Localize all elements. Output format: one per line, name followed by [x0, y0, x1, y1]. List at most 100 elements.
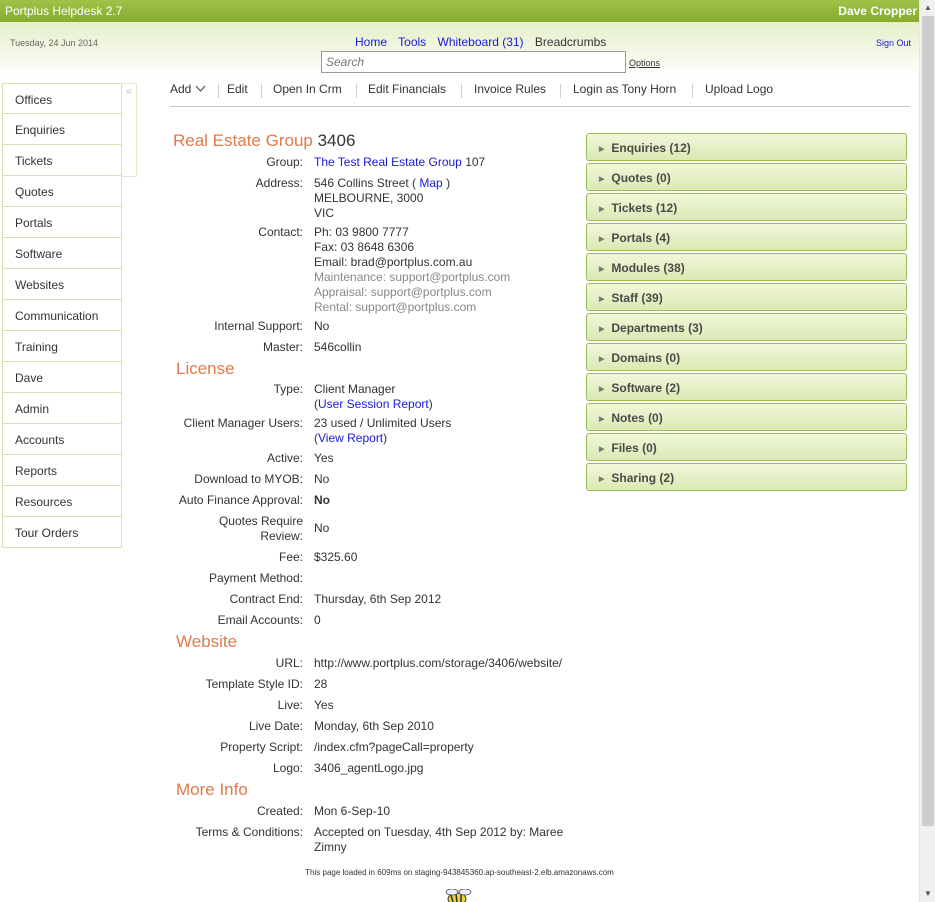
login-as-button[interactable]: Login as Tony Horn [573, 82, 676, 96]
sidebar-item-portals[interactable]: Portals [2, 207, 122, 238]
sidebar-item-tour-orders[interactable]: Tour Orders [2, 517, 122, 548]
toolbar-divider [261, 84, 262, 98]
panel-notes[interactable]: ▶ Notes (0) [586, 403, 907, 431]
panel-sharing[interactable]: ▶ Sharing (2) [586, 463, 907, 491]
panel-modules[interactable]: ▶ Modules (38) [586, 253, 907, 281]
sidebar-item-resources[interactable]: Resources [2, 486, 122, 517]
cm-users: 23 used / Unlimited Users [314, 416, 452, 430]
search-options-link[interactable]: Options [629, 58, 660, 68]
map-link[interactable]: Map [419, 176, 442, 190]
fee-value: $325.60 [314, 550, 358, 564]
action-toolbar: Add Edit Open In Crm Edit Financials Inv… [170, 82, 910, 107]
logo-link[interactable]: 3406_agentLogo.jpg [314, 761, 594, 776]
sidebar-item-accounts[interactable]: Accounts [2, 424, 122, 455]
panel-label: Quotes (0) [611, 171, 671, 185]
group-link[interactable]: The Test Real Estate Group [314, 155, 462, 169]
myob-label: Download to MYOB: [194, 472, 303, 486]
license-type-label: Type: [273, 382, 303, 396]
panel-tickets[interactable]: ▶ Tickets (12) [586, 193, 907, 221]
contract-end-value: Thursday, 6th Sep 2012 [314, 592, 442, 606]
address-value: 546 Collins Street ( Map ) MELBOURNE, 30… [314, 176, 594, 221]
contact-maintenance: Maintenance: support@portplus.com [314, 270, 511, 284]
upload-logo-button[interactable]: Upload Logo [705, 82, 773, 96]
cm-users-value: 23 used / Unlimited Users (View Report) [314, 416, 452, 445]
page-load-info: This page loaded in 609ms on staging-943… [305, 868, 614, 877]
toolbar-divider [356, 84, 357, 98]
panel-domains[interactable]: ▶ Domains (0) [586, 343, 907, 371]
scrollbar-thumb[interactable] [922, 16, 934, 826]
address-city: MELBOURNE, 3000 [314, 191, 424, 205]
sidebar-item-admin[interactable]: Admin [2, 393, 122, 424]
template-label: Template Style ID: [205, 677, 303, 691]
nav-whiteboard[interactable]: Whiteboard (31) [438, 35, 524, 49]
quotes-review-label-line1: Quotes Require [218, 514, 303, 528]
sidebar-item-offices[interactable]: Offices [2, 83, 122, 114]
email-accounts-label: Email Accounts: [217, 613, 303, 627]
panel-label: Departments (3) [611, 321, 703, 335]
url-label: URL: [275, 656, 303, 670]
add-label: Add [170, 82, 192, 96]
address-state: VIC [314, 206, 335, 220]
vertical-scrollbar[interactable]: ▲ ▼ [919, 0, 935, 902]
panel-departments[interactable]: ▶ Departments (3) [586, 313, 907, 341]
sidebar-item-reports[interactable]: Reports [2, 455, 122, 486]
terms-line1: Accepted on Tuesday, 4th Sep 2012 by: Ma… [314, 825, 564, 839]
contract-end-label: Contract End: [229, 592, 303, 606]
panel-label: Notes (0) [611, 411, 663, 425]
office-title: Real Estate Group 3406 [173, 131, 355, 151]
panel-label: Sharing (2) [611, 471, 675, 485]
expand-arrow-icon: ▶ [599, 266, 605, 273]
open-in-crm-button[interactable]: Open In Crm [273, 82, 342, 96]
chevron-down-icon [195, 85, 206, 92]
quotes-review-label-line2: Review: [260, 529, 303, 543]
scroll-up-arrow-icon[interactable]: ▲ [920, 0, 935, 16]
nav-breadcrumbs[interactable]: Breadcrumbs [535, 35, 606, 49]
sidebar-item-enquiries[interactable]: Enquiries [2, 114, 122, 145]
panel-enquiries[interactable]: ▶ Enquiries (12) [586, 133, 907, 161]
user-session-report-link[interactable]: User Session Report [318, 397, 429, 411]
live-value: Yes [314, 698, 334, 712]
sign-out-link[interactable]: Sign Out [876, 38, 911, 48]
sidebar-item-tickets[interactable]: Tickets [2, 145, 122, 176]
sidebar-item-websites[interactable]: Websites [2, 269, 122, 300]
expand-arrow-icon: ▶ [599, 326, 605, 333]
contact-rental: Rental: support@portplus.com [314, 300, 477, 314]
panel-quotes[interactable]: ▶ Quotes (0) [586, 163, 907, 191]
panel-portals[interactable]: ▶ Portals (4) [586, 223, 907, 251]
panel-staff[interactable]: ▶ Staff (39) [586, 283, 907, 311]
sidebar-item-communication[interactable]: Communication [2, 300, 122, 331]
sidebar-item-quotes[interactable]: Quotes [2, 176, 122, 207]
add-menu-button[interactable]: Add [170, 82, 206, 96]
contact-email: Email: brad@portplus.com.au [314, 255, 473, 269]
created-value: Mon 6-Sep-10 [314, 804, 391, 818]
current-user[interactable]: Dave Cropper [838, 4, 917, 18]
panel-label: Enquiries (12) [611, 141, 691, 155]
expand-arrow-icon: ▶ [599, 386, 605, 393]
sidebar-item-software[interactable]: Software [2, 238, 122, 269]
panel-files[interactable]: ▶ Files (0) [586, 433, 907, 461]
related-panels: ▶ Enquiries (12) ▶ Quotes (0) ▶ Tickets (12… [586, 133, 907, 493]
live-date-value: Monday, 6th Sep 2010 [314, 719, 434, 733]
sidebar-item-dave[interactable]: Dave [2, 362, 122, 393]
quotes-review-value: No [314, 521, 330, 535]
master-value: 546collin [314, 340, 362, 354]
panel-label: Files (0) [611, 441, 657, 455]
panel-software[interactable]: ▶ Software (2) [586, 373, 907, 401]
office-name: Real Estate Group [173, 131, 313, 150]
nav-home[interactable]: Home [355, 35, 387, 49]
invoice-rules-button[interactable]: Invoice Rules [474, 82, 546, 96]
website-url-link[interactable]: http://www.portplus.com/storage/3406/web… [314, 656, 594, 671]
auto-finance-value: No [314, 493, 330, 507]
scroll-down-arrow-icon[interactable]: ▼ [920, 886, 935, 902]
master-label: Master: [262, 340, 303, 354]
nav-tools[interactable]: Tools [398, 35, 426, 49]
search-input[interactable] [321, 51, 626, 73]
view-report-link[interactable]: View Report [318, 431, 383, 445]
edit-financials-button[interactable]: Edit Financials [368, 82, 446, 96]
edit-button[interactable]: Edit [227, 82, 248, 96]
sidebar-collapse-icon[interactable]: « [122, 83, 137, 177]
address-street: 546 Collins Street ( [314, 176, 417, 190]
sidebar-item-training[interactable]: Training [2, 331, 122, 362]
expand-arrow-icon: ▶ [599, 416, 605, 423]
title-bar: Portplus Helpdesk 2.7 Dave Cropper [0, 0, 919, 22]
